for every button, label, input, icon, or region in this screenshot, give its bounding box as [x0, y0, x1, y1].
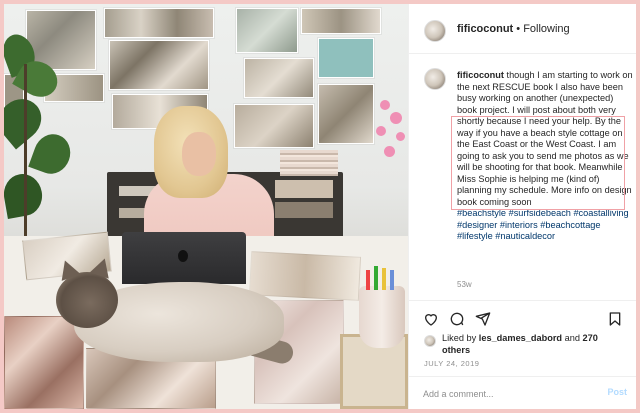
avatar[interactable] [424, 68, 446, 90]
caption-body: though I am starting to work on the next… [457, 70, 633, 207]
share-icon[interactable] [475, 311, 491, 327]
action-bar [409, 300, 636, 330]
laptop [122, 232, 246, 284]
caption-hashtags[interactable]: #beachstyle #surfsidebeach #coastallivin… [457, 208, 635, 243]
liker-username-link[interactable]: les_dames_dabord [479, 333, 562, 343]
separator-dot: • [516, 23, 521, 35]
bookmark-icon[interactable] [607, 311, 623, 327]
caption-text: fificoconut though I am starting to work… [457, 70, 635, 243]
post-date[interactable]: JULY 24, 2019 [424, 359, 479, 368]
likes-and: and [564, 333, 580, 343]
heart-icon[interactable] [423, 311, 439, 327]
following-button[interactable]: Following [523, 23, 569, 35]
comment-icon[interactable] [449, 311, 465, 327]
post-age[interactable]: 53w [457, 280, 472, 289]
username-link[interactable]: fificoconut [457, 23, 513, 35]
instagram-post-frame: fificoconut • Following fificoconut thou… [4, 4, 636, 409]
pencil-cup [359, 286, 405, 348]
post-header: fificoconut • Following [409, 4, 636, 54]
comment-input[interactable] [423, 387, 593, 401]
avatar[interactable] [424, 20, 446, 42]
liker-avatar[interactable] [424, 335, 436, 347]
likes-prefix: Liked by [442, 333, 477, 343]
comment-bar: Post [409, 376, 636, 409]
post-sidebar: fificoconut • Following fificoconut thou… [408, 4, 636, 409]
post-photo[interactable] [4, 4, 408, 409]
post-comment-button[interactable]: Post [607, 387, 627, 397]
caption-username-link[interactable]: fificoconut [457, 70, 504, 80]
